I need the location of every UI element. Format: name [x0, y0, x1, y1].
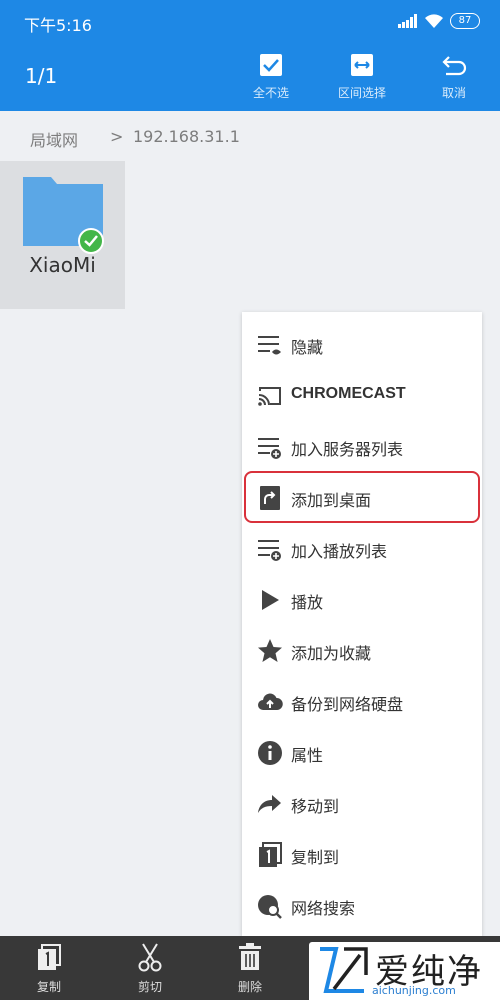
menu-label-backup-cloud: 备份到网络硬盘	[291, 695, 404, 714]
play-icon	[262, 590, 279, 610]
range-select-icon	[351, 54, 373, 76]
breadcrumb-item-lan[interactable]: 局域网	[30, 127, 78, 151]
menu-item-add-favorite[interactable]: 添加为收藏	[242, 625, 482, 676]
info-icon	[258, 741, 282, 765]
menu-item-backup-cloud[interactable]: 备份到网络硬盘	[242, 676, 482, 727]
menu-label-properties: 属性	[291, 746, 324, 765]
undo-icon	[442, 56, 467, 76]
signal-icon	[398, 14, 417, 28]
hide-list-icon	[258, 336, 281, 355]
menu-item-add-playlist[interactable]: 加入播放列表	[242, 523, 482, 574]
selected-check-icon	[78, 228, 104, 254]
menu-label-add-playlist: 加入播放列表	[291, 542, 388, 561]
deselect-all-label: 全不选	[252, 86, 289, 100]
add-list-icon	[258, 438, 281, 459]
menu-label-chromecast: CHROMECAST	[291, 385, 406, 402]
delete-button[interactable]: 删除	[220, 942, 280, 995]
cancel-button[interactable]: 取消	[414, 52, 494, 104]
delete-label: 删除	[237, 980, 262, 994]
selection-action-bar: 1/1 全不选 区间选择 取消	[0, 42, 500, 111]
folder-icon	[23, 177, 104, 254]
cast-icon	[258, 387, 281, 406]
menu-label-move-to: 移动到	[291, 797, 340, 816]
web-search-icon	[258, 895, 282, 919]
context-menu: 隐藏 CHROMECAST 加入服务器列表 添加到桌面 加入播放列表 播放 添加…	[242, 312, 482, 936]
highlight-annotation	[244, 471, 480, 523]
menu-label-add-server-list: 加入服务器列表	[291, 440, 404, 459]
status-icons: 87	[398, 13, 480, 29]
add-playlist-icon	[258, 540, 281, 561]
menu-item-move-to[interactable]: 移动到	[242, 778, 482, 829]
menu-item-web-search[interactable]: 网络搜索	[242, 880, 482, 931]
menu-label-hide: 隐藏	[291, 338, 324, 357]
copy-to-icon	[259, 842, 282, 867]
deselect-all-button[interactable]: 全不选	[231, 52, 311, 104]
selection-count: 1/1	[25, 64, 58, 88]
cloud-upload-icon	[258, 693, 283, 710]
menu-item-play[interactable]: 播放	[242, 574, 482, 625]
breadcrumb-item-host[interactable]: 192.168.31.1	[133, 127, 240, 146]
cut-button[interactable]: 剪切	[120, 942, 180, 995]
breadcrumb: 局域网 > 192.168.31.1	[0, 111, 500, 161]
menu-item-properties[interactable]: 属性	[242, 727, 482, 778]
wifi-icon	[425, 13, 443, 28]
range-select-label: 区间选择	[337, 86, 386, 100]
watermark-url: aichunjing.com	[372, 984, 456, 997]
battery-indicator: 87	[450, 13, 480, 29]
menu-label-copy-to: 复制到	[291, 848, 340, 867]
cut-label: 剪切	[137, 980, 162, 994]
scissors-icon	[138, 943, 162, 972]
menu-item-add-server-list[interactable]: 加入服务器列表	[242, 421, 482, 472]
folder-tile[interactable]: XiaoMi	[0, 161, 125, 309]
breadcrumb-separator: >	[110, 127, 124, 146]
share-arrow-icon	[258, 795, 281, 813]
cancel-label: 取消	[441, 86, 466, 100]
menu-item-copy-to[interactable]: 复制到	[242, 829, 482, 880]
menu-label-web-search: 网络搜索	[291, 899, 356, 918]
watermark: 爱纯净 aichunjing.com	[309, 942, 500, 1000]
menu-item-hide[interactable]: 隐藏	[242, 319, 482, 370]
menu-item-chromecast[interactable]: CHROMECAST	[242, 370, 482, 421]
status-bar: 下午5:16 87	[0, 0, 500, 42]
folder-name: XiaoMi	[29, 253, 96, 277]
copy-label: 复制	[36, 980, 61, 994]
menu-label-play: 播放	[291, 593, 324, 612]
trash-icon	[239, 943, 261, 970]
watermark-logo	[320, 947, 368, 993]
star-icon	[258, 639, 282, 662]
copy-button[interactable]: 复制	[19, 942, 79, 995]
status-time: 下午5:16	[24, 16, 92, 35]
copy-icon	[38, 944, 61, 970]
checkbox-icon	[260, 54, 282, 76]
menu-label-add-favorite: 添加为收藏	[291, 644, 372, 663]
range-select-button[interactable]: 区间选择	[322, 52, 402, 104]
